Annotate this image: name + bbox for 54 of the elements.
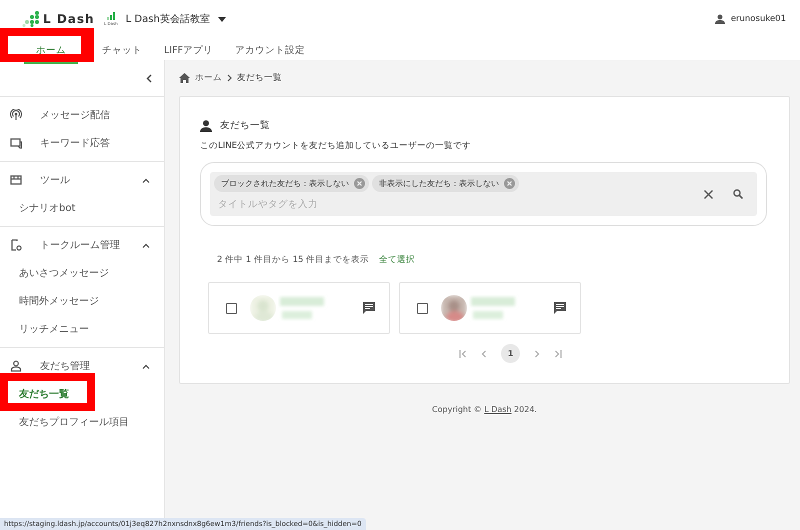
antenna-icon [10, 109, 22, 121]
next-page-icon[interactable] [534, 350, 540, 358]
home-icon [179, 73, 190, 83]
sidebar-item[interactable]: メッセージ配信 [0, 101, 164, 129]
document-gear-icon [10, 239, 22, 251]
chat-box-icon [10, 137, 22, 149]
logo-text: L Dash [43, 12, 95, 26]
person-outline-icon [10, 360, 22, 372]
nav-tab[interactable]: アカウント設定 [231, 42, 310, 64]
sidebar-item[interactable]: キーワード応答 [0, 129, 164, 157]
remove-icon[interactable] [354, 178, 365, 189]
checkbox[interactable] [226, 302, 237, 314]
checkbox[interactable] [417, 302, 428, 314]
message-icon[interactable] [554, 302, 566, 314]
sidebar-subitem[interactable]: 友だち一覧 [0, 380, 164, 408]
person-icon [200, 120, 212, 132]
sidebar-group[interactable]: 友だち管理 [0, 352, 164, 380]
nav-tab[interactable]: チャット [98, 42, 146, 64]
select-all-link[interactable]: 全て選択 [379, 254, 416, 266]
copyright-text: Copyright © L Dash 2024. [432, 405, 537, 414]
page-button[interactable]: 1 [501, 344, 520, 363]
store-icon [10, 174, 22, 186]
filter-chip[interactable]: 非表示にした友だち：表示しない [372, 175, 519, 192]
search-icon[interactable] [733, 189, 743, 199]
breadcrumb-current: 友だち一覧 [237, 72, 282, 84]
logo-dots-icon [22, 11, 40, 27]
message-icon[interactable] [363, 302, 375, 314]
person-icon [714, 14, 725, 24]
user-menu[interactable]: erunosuke01 [714, 14, 786, 24]
collapse-chevron-icon[interactable] [146, 74, 152, 82]
result-count: 2 件中 1 件目から 15 件目までを表示 [217, 254, 370, 266]
sidebar-subitem[interactable]: シナリオbot [0, 194, 164, 222]
copyright-link[interactable]: L Dash [484, 405, 512, 414]
sidebar-subitem[interactable]: 時間外メッセージ [0, 287, 164, 315]
sidebar-group[interactable]: トークルーム管理 [0, 231, 164, 259]
nav-tab[interactable]: ホーム [24, 42, 78, 64]
description-text: このLINE公式アカウントを友だち追加しているユーザーの一覧です [200, 140, 472, 152]
sidebar-group[interactable]: ツール [0, 166, 164, 194]
sidebar-subitem[interactable]: 友だちプロフィール項目 [0, 408, 164, 436]
sidebar-subitem[interactable]: リッチメニュー [0, 315, 164, 343]
remove-icon[interactable] [504, 178, 515, 189]
first-page-icon[interactable] [459, 350, 467, 358]
search-field[interactable]: ブロックされた友だち：表示しない 非表示にした友だち：表示しない タイトルやタグを入力 [210, 172, 757, 216]
close-icon[interactable] [704, 190, 713, 198]
chevron-right-icon [227, 74, 232, 82]
previous-page-icon[interactable] [481, 350, 487, 358]
card-title: 友だち一覧 [220, 119, 270, 132]
sidebar-subitem[interactable]: あいさつメッセージ [0, 259, 164, 287]
nav-tab[interactable]: LIFFアプリ [160, 42, 218, 64]
breadcrumb-link[interactable]: ホーム [195, 72, 222, 84]
dropdown-caret-icon [218, 16, 226, 22]
last-page-icon[interactable] [554, 350, 562, 358]
account-logo-icon [106, 12, 116, 20]
filter-chip[interactable]: ブロックされた友だち：表示しない [214, 175, 369, 192]
